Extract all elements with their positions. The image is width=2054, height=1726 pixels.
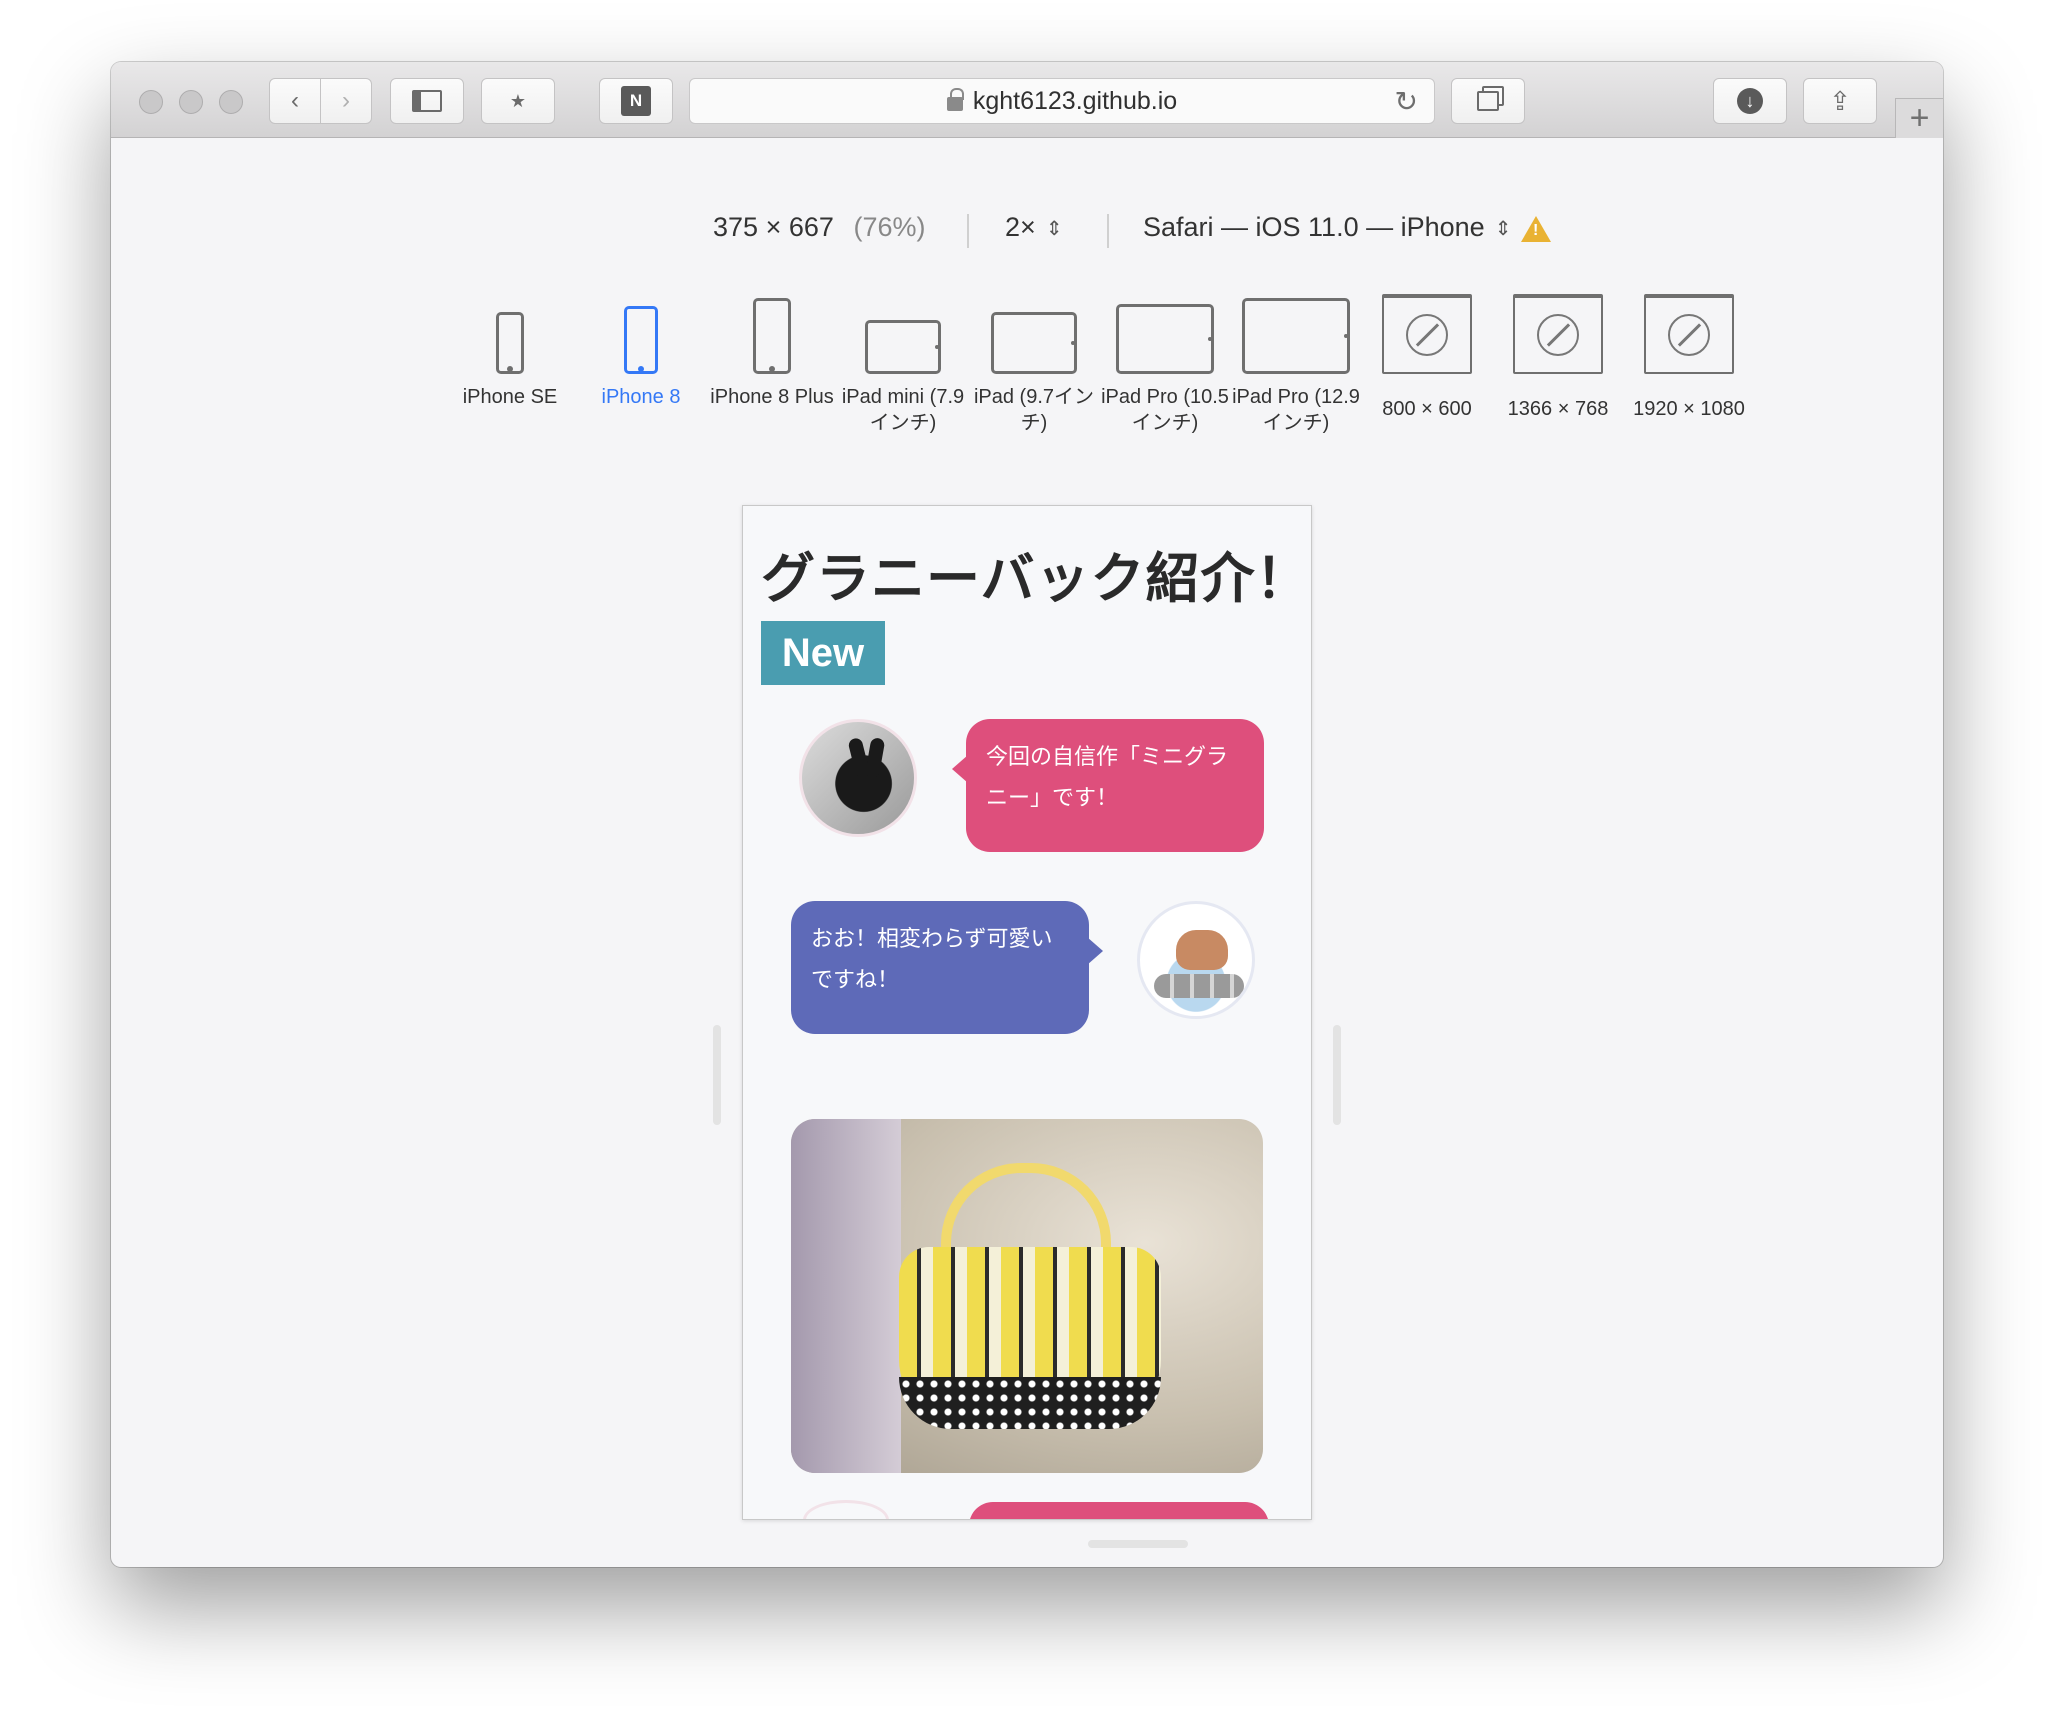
device-label: 1920 × 1080: [1633, 398, 1745, 420]
updown-chevron-icon: ⇕: [1494, 217, 1512, 240]
next-chat-bubble: [969, 1502, 1269, 1519]
chat-bubble-capybara: おお！相変わらず可愛いですね！: [791, 901, 1103, 1034]
download-icon: ↓: [1737, 88, 1763, 114]
viewport-width: 375: [713, 212, 759, 242]
top-sites-button[interactable]: ★: [481, 78, 555, 124]
compass-icon: [1406, 314, 1448, 356]
device-ipad-pro-10-5[interactable]: iPad Pro (10.5インチ): [1100, 294, 1230, 436]
phone-icon: [624, 306, 658, 374]
next-avatar: [803, 1500, 889, 1519]
device-1920x1080[interactable]: 1920 × 1080: [1624, 294, 1754, 422]
device-iphone-se[interactable]: iPhone SE: [445, 294, 575, 410]
pixel-ratio-select[interactable]: 2× ⇕: [1005, 212, 1063, 243]
toolbar: ‹ › ★ N kght6123.github.io ↻ ↓ ⇪ +: [111, 62, 1943, 138]
device-label: iPhone 8: [601, 386, 681, 408]
device-iphone-8[interactable]: iPhone 8: [576, 294, 706, 410]
star-icon: ★: [509, 90, 527, 111]
divider: [967, 214, 969, 248]
responsive-design-bar: 375 × 667 (76%) 2× ⇕ Safari — iOS 11.0 — …: [111, 212, 1943, 252]
viewport-height: 667: [788, 212, 834, 242]
compass-icon: [1537, 314, 1579, 356]
chevron-right-icon: ›: [342, 87, 350, 114]
zoom-percent: (76%): [853, 212, 926, 242]
share-icon: ⇪: [1829, 85, 1851, 116]
times-sign: ×: [765, 212, 782, 242]
back-button[interactable]: ‹: [269, 78, 321, 124]
resize-handle-left[interactable]: [713, 1025, 721, 1125]
lock-icon: [946, 88, 964, 111]
compass-icon: [1668, 314, 1710, 356]
onenote-extension-button[interactable]: N: [599, 78, 673, 124]
divider: [1107, 214, 1109, 248]
tab-overview-button[interactable]: [1451, 78, 1525, 124]
share-button[interactable]: ⇪: [1803, 78, 1877, 124]
device-label: iPhone SE: [462, 386, 558, 408]
device-label: 1366 × 768: [1507, 398, 1609, 420]
user-agent-select[interactable]: Safari — iOS 11.0 — iPhone ⇕: [1143, 212, 1512, 243]
close-window-button[interactable]: [139, 90, 163, 114]
browser-window: ‹ › ★ N kght6123.github.io ↻ ↓ ⇪ + 375 ×…: [111, 62, 1943, 1567]
reload-icon[interactable]: ↻: [1395, 85, 1418, 118]
device-label: iPad mini (7.9インチ): [841, 386, 965, 434]
granny-bag-photo: [791, 1119, 1263, 1473]
resize-handle-right[interactable]: [1333, 1025, 1341, 1125]
tablet-icon: [1242, 298, 1350, 374]
viewport-size[interactable]: 375 × 667 (76%): [713, 212, 925, 243]
address-bar[interactable]: kght6123.github.io ↻: [689, 78, 1435, 124]
device-800x600[interactable]: 800 × 600: [1362, 294, 1492, 422]
user-agent-value: Safari — iOS 11.0 — iPhone: [1143, 212, 1485, 242]
forward-button[interactable]: ›: [320, 78, 372, 124]
minimize-window-button[interactable]: [179, 90, 203, 114]
device-viewport: グラニーバック紹介！ New 今回の自信作「ミニグラニー」です！ おお！相変わら…: [742, 505, 1312, 1520]
new-tab-button[interactable]: +: [1895, 98, 1943, 138]
zoom-window-button[interactable]: [219, 90, 243, 114]
capybara-avatar: [1137, 901, 1255, 1019]
url-text: kght6123.github.io: [972, 86, 1178, 115]
browser-window-icon: [1382, 294, 1472, 374]
sidebar-icon: [412, 90, 442, 112]
device-iphone-8-plus[interactable]: iPhone 8 Plus: [707, 294, 837, 410]
phone-icon: [496, 312, 524, 374]
browser-window-icon: [1644, 294, 1734, 374]
onenote-icon: N: [621, 86, 651, 116]
pixel-ratio-value: 2×: [1005, 212, 1036, 242]
tablet-icon: [1116, 304, 1214, 374]
device-label: iPad Pro (10.5インチ): [1101, 386, 1229, 434]
warning-icon[interactable]: !: [1521, 216, 1551, 242]
rabbit-avatar: [799, 719, 917, 837]
device-label: 800 × 600: [1382, 398, 1472, 420]
tabs-icon: [1477, 91, 1499, 111]
device-ipad-pro-12-9[interactable]: iPad Pro (12.9インチ): [1231, 294, 1361, 436]
device-label: iPhone 8 Plus: [710, 386, 834, 408]
device-ipad-mini[interactable]: iPad mini (7.9インチ): [838, 294, 968, 436]
updown-chevron-icon: ⇕: [1045, 217, 1063, 240]
device-ipad[interactable]: iPad (9.7インチ): [969, 294, 1099, 436]
chat-bubble-rabbit: 今回の自信作「ミニグラニー」です！: [952, 719, 1264, 852]
phone-icon: [753, 298, 791, 374]
device-1366x768[interactable]: 1366 × 768: [1493, 294, 1623, 422]
sidebar-button[interactable]: [390, 78, 464, 124]
page-title: グラニーバック紹介！: [761, 547, 1311, 610]
browser-window-icon: [1513, 294, 1603, 374]
tablet-icon: [865, 320, 941, 374]
resize-handle-bottom[interactable]: [1088, 1540, 1188, 1548]
downloads-button[interactable]: ↓: [1713, 78, 1787, 124]
device-label: iPad (9.7インチ): [973, 386, 1095, 434]
device-label: iPad Pro (12.9インチ): [1232, 386, 1360, 434]
tablet-icon: [991, 312, 1077, 374]
new-badge: New: [761, 621, 885, 685]
chevron-left-icon: ‹: [291, 87, 299, 114]
